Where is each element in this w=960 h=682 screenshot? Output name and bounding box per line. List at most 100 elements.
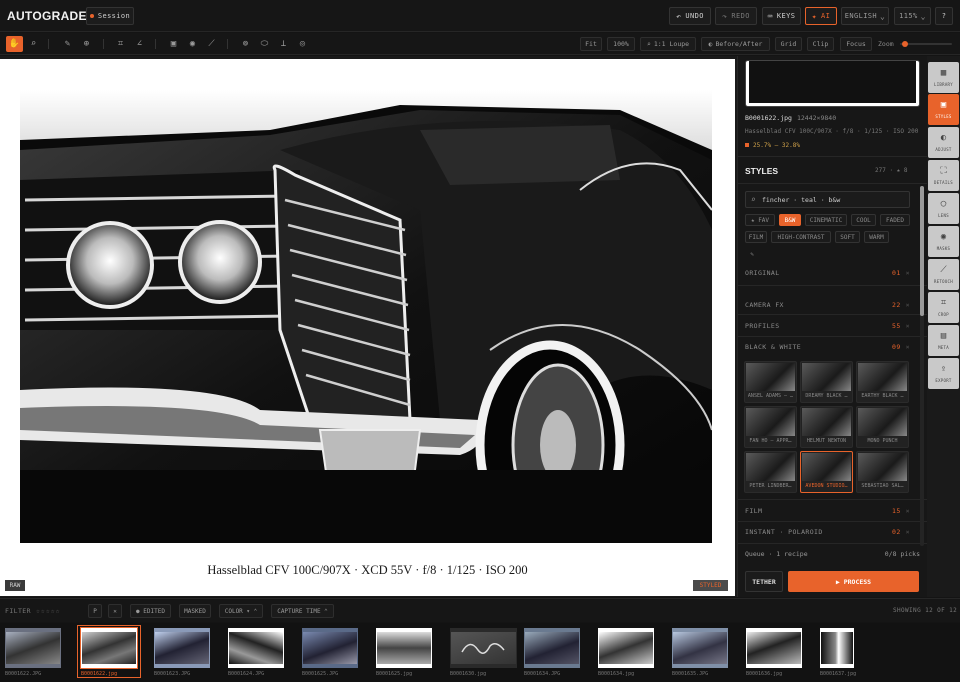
- edited-filter[interactable]: ● EDITED: [130, 604, 171, 618]
- style-thumb-dreamy-black[interactable]: DREAMY BLACK …: [800, 361, 853, 403]
- chip-high-contrast[interactable]: HIGH-CONTRAST: [771, 231, 831, 243]
- masked-filter[interactable]: MASKED: [179, 604, 211, 618]
- filmstrip-item[interactable]: B0001636.jpg: [743, 626, 807, 677]
- filmstrip-item[interactable]: B0001635.JPG: [669, 626, 733, 677]
- help-button[interactable]: ?: [935, 7, 953, 25]
- ai-button[interactable]: ✦ AI: [805, 7, 837, 25]
- filmstrip-item[interactable]: B0001622.JPG: [2, 626, 66, 677]
- styles-scrollbar[interactable]: [920, 186, 924, 546]
- zoom-slider[interactable]: [900, 41, 952, 47]
- color-filter-select[interactable]: COLOR ▾ ⌃: [219, 604, 263, 618]
- crop-icon: ⌗: [117, 39, 124, 49]
- session-button[interactable]: Session: [86, 7, 134, 25]
- style-thumb-earthy-black[interactable]: EARTHY BLACK …: [856, 361, 909, 403]
- target-tool-button[interactable]: ⊕: [78, 36, 95, 52]
- scrollbar-thumb[interactable]: [920, 186, 924, 316]
- zoom-tool-button[interactable]: ⌕: [25, 36, 42, 52]
- sort-select[interactable]: CAPTURE TIME ⌃: [271, 604, 334, 618]
- category-name: FILM: [745, 507, 763, 515]
- keys-button[interactable]: ⌨ KEYS: [762, 7, 801, 25]
- category-profiles[interactable]: PROFILES 55 ×: [745, 322, 910, 332]
- rail-tab-library[interactable]: ▦ LIBRARY: [928, 62, 959, 93]
- filmstrip-item[interactable]: B0001625.jpg: [373, 626, 437, 677]
- clip-button[interactable]: Clip: [807, 37, 834, 51]
- reject-filter[interactable]: ✕: [108, 604, 122, 618]
- style-thumb-ansel-adams[interactable]: ANSEL ADAMS – …: [744, 361, 797, 403]
- rail-tab-crop[interactable]: ⌗ CROP: [928, 292, 959, 323]
- category-camera-fx[interactable]: CAMERA FX 22 ×: [745, 301, 910, 311]
- rail-tab-styles[interactable]: ▣ STYLES: [928, 94, 959, 125]
- zoom-slider-handle[interactable]: [902, 41, 909, 47]
- filmstrip-item[interactable]: B0001637.jpg: [817, 626, 881, 677]
- category-instant-polaroid[interactable]: INSTANT · POLAROID 02 ×: [745, 528, 910, 538]
- chip-cinematic[interactable]: CINEMATIC: [805, 214, 847, 226]
- ai-wand-icon: ✦: [811, 11, 817, 21]
- rail-tab-details[interactable]: ⛶ DETAILS: [928, 160, 959, 191]
- raw-badge-label: RAW: [9, 582, 21, 589]
- bandage-tool-button[interactable]: ⬭: [256, 36, 273, 52]
- chip-edit[interactable]: ✎: [745, 248, 759, 260]
- rail-tab-masks[interactable]: ◉ MASKS: [928, 226, 959, 257]
- filmstrip-item[interactable]: B0001634.JPG: [521, 626, 585, 677]
- queue-picks: 0/8 picks: [884, 550, 920, 558]
- crop-tool-button[interactable]: ⌗: [112, 36, 129, 52]
- fit-button[interactable]: Fit: [580, 37, 602, 51]
- rail-tab-export[interactable]: ⇪ EXPORT: [928, 358, 959, 389]
- style-thumb-avedon-studio[interactable]: AVEDON STUDIO…: [800, 451, 853, 493]
- rail-tab-lens[interactable]: ◯ LENS: [928, 193, 959, 224]
- pan-tool-button[interactable]: ✋: [6, 36, 23, 52]
- eyedropper-tool-button[interactable]: ✎: [59, 36, 76, 52]
- navigator-preview[interactable]: [745, 60, 920, 107]
- image-canvas[interactable]: Hasselblad CFV 100C/907X · XCD 55V · f/8…: [0, 56, 737, 597]
- chip-film[interactable]: FILM: [745, 231, 767, 243]
- focus-button[interactable]: Focus: [840, 37, 872, 51]
- chip-faded[interactable]: FADED: [880, 214, 910, 226]
- straighten-tool-button[interactable]: ∠: [131, 36, 148, 52]
- pick-flag-filter[interactable]: P: [88, 604, 102, 618]
- language-select[interactable]: ENGLISH ⌄: [841, 7, 889, 25]
- chip-cool[interactable]: COOL: [851, 214, 876, 226]
- script-emblem-icon: [461, 643, 505, 654]
- rail-tab-meta[interactable]: ▤ META: [928, 325, 959, 356]
- brush-tool-button[interactable]: ⟋: [203, 36, 220, 52]
- filmstrip-item[interactable]: B0001623.JPG: [151, 626, 215, 677]
- chip-warm[interactable]: WARM: [864, 231, 889, 243]
- heal-tool-button[interactable]: ⊚: [237, 36, 254, 52]
- chip-soft[interactable]: SOFT: [835, 231, 860, 243]
- redo-button[interactable]: ↷ REDO: [715, 7, 757, 25]
- mask-icon: ▣: [170, 39, 177, 49]
- category-film[interactable]: FILM 15 ×: [745, 507, 910, 517]
- visibility-tool-button[interactable]: ◉: [184, 36, 201, 52]
- grid-button[interactable]: Grid: [775, 37, 802, 51]
- chip-bw[interactable]: B&W: [779, 214, 801, 226]
- zoom-100-button[interactable]: 100%: [607, 37, 635, 51]
- rail-tab-adjust[interactable]: ◐ ADJUST: [928, 127, 959, 158]
- filmstrip-item[interactable]: B0001634.jpg: [595, 626, 659, 677]
- style-search-input[interactable]: ⌕ fincher · teal · b&w: [745, 191, 910, 208]
- style-thumb-fan-ho[interactable]: FAN HO – APPR…: [744, 406, 797, 448]
- category-original[interactable]: ORIGINAL 01 ×: [745, 269, 910, 279]
- filmstrip-item[interactable]: B0001625.JPG: [299, 626, 363, 677]
- zoom-select[interactable]: 115% ⌄: [894, 7, 931, 25]
- filmstrip-item[interactable]: B0001630.jpg: [447, 626, 522, 677]
- category-black-white[interactable]: BLACK & WHITE 09 ×: [745, 343, 910, 353]
- tether-button[interactable]: TETHER: [745, 571, 783, 592]
- filmstrip-item[interactable]: B0001624.JPG: [225, 626, 289, 677]
- rail-tab-retouch[interactable]: ⟋ RETOUCH: [928, 259, 959, 290]
- filmstrip-filename: B0001634.jpg: [598, 671, 635, 677]
- preview-tool-button[interactable]: ◎: [294, 36, 311, 52]
- main-photo[interactable]: [20, 90, 712, 543]
- filmstrip-item-selected[interactable]: B0001622.jpg: [77, 625, 141, 678]
- undo-button[interactable]: ↶ UNDO: [669, 7, 711, 25]
- clone-tool-button[interactable]: ⊥: [275, 36, 292, 52]
- mask-tool-button[interactable]: ▣: [165, 36, 182, 52]
- style-thumb-sebastiao-salgado[interactable]: SEBASTIAO SAL…: [856, 451, 909, 493]
- loupe-button[interactable]: ⌕ 1:1 Loupe: [640, 37, 696, 51]
- chip-favorites[interactable]: ★ FAV: [745, 214, 775, 226]
- style-thumb-peter-lindbergh[interactable]: PETER LINDBER…: [744, 451, 797, 493]
- process-button[interactable]: ▶ PROCESS: [788, 571, 919, 592]
- star-rating-filter[interactable]: ☆☆☆☆☆: [36, 607, 61, 615]
- style-thumb-mono-punch[interactable]: MONO PUNCH: [856, 406, 909, 448]
- before-after-button[interactable]: ◐ Before/After: [701, 37, 770, 51]
- style-thumb-helmut-newton[interactable]: HELMUT NEWTON: [800, 406, 853, 448]
